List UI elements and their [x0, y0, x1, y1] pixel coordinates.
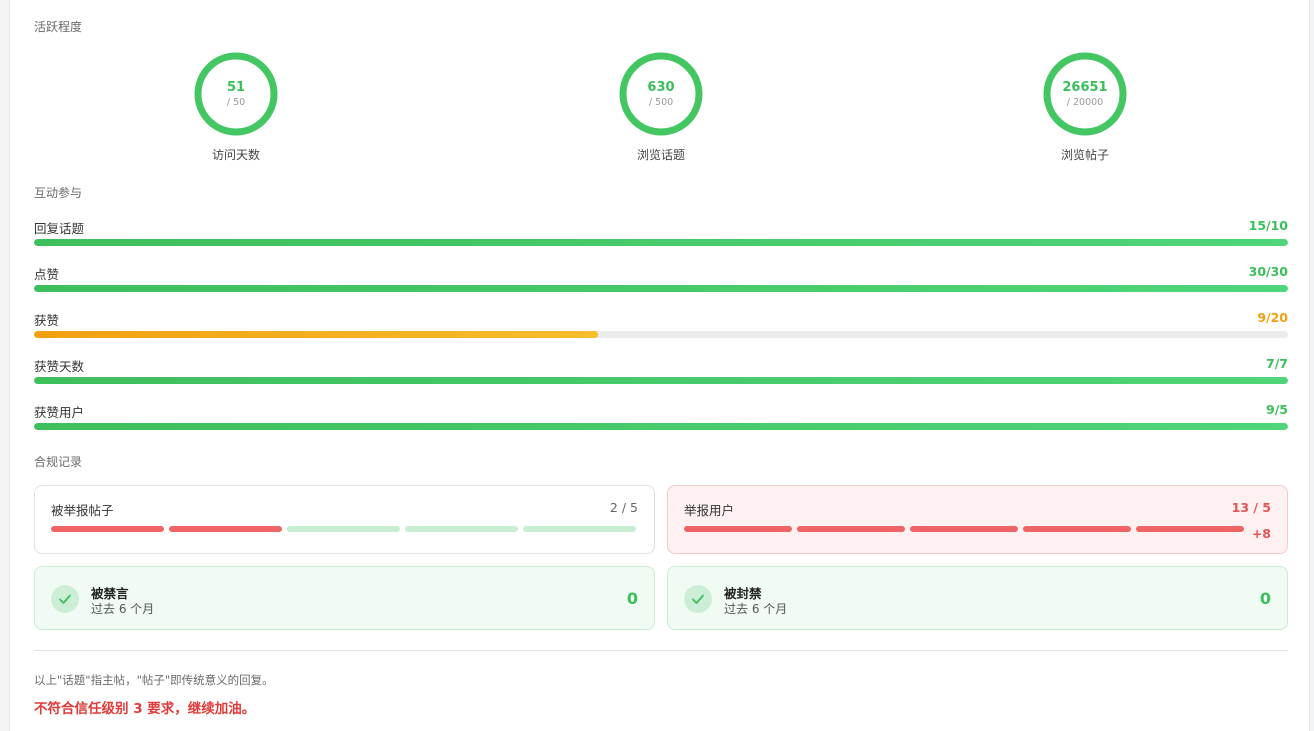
progress-fill — [34, 377, 1288, 384]
progress-label: 获赞用户 — [34, 405, 85, 420]
progress-track — [34, 423, 1288, 430]
reported-users-segments — [684, 526, 1244, 532]
progress-value: 7/7 — [1266, 356, 1288, 371]
requirement-warning: 不符合信任级别 3 要求，继续加油。 — [34, 701, 256, 717]
ring-target: / 20000 — [1066, 97, 1104, 108]
progress-track — [34, 285, 1288, 292]
ring-label: 访问天数 — [211, 148, 260, 162]
reported-posts-label: 被举报帖子 — [51, 503, 114, 518]
progress-track — [34, 377, 1288, 384]
progress-fill — [34, 423, 1288, 430]
ring-browse-topics: 630 / 500 浏览话题 — [601, 52, 721, 163]
ring-target: / 50 — [226, 97, 246, 108]
progress-fill — [34, 331, 599, 338]
check-icon — [51, 585, 79, 613]
compliance-section-title: 合规记录 — [34, 455, 83, 469]
segment — [287, 526, 400, 532]
ring-target: / 500 — [648, 97, 674, 108]
progress-label: 点赞 — [34, 267, 60, 282]
interaction-section-title: 互动参与 — [34, 186, 83, 200]
footer-note: 以上"话题"指主帖，"帖子"即传统意义的回复。 — [34, 673, 274, 687]
progress-value: 15/10 — [1248, 218, 1288, 233]
ring-label: 浏览话题 — [636, 148, 685, 162]
ring-visit-days: 51 / 50 访问天数 — [176, 52, 296, 163]
progress-value: 9/5 — [1266, 402, 1288, 417]
progress-row-replies: 回复话题 15/10 — [34, 218, 1288, 248]
trust-level-card: 活跃程度 51 / 50 访问天数 630 / 500 浏览话题 26651 / — [9, 0, 1310, 731]
progress-label: 获赞 — [34, 313, 60, 328]
suspended-value: 0 — [1259, 589, 1271, 608]
check-icon — [684, 585, 712, 613]
ring-value: 26651 — [1062, 80, 1108, 95]
segment — [51, 526, 164, 532]
segment — [169, 526, 282, 532]
suspended-box: 被封禁 过去 6 个月 0 — [667, 566, 1288, 630]
progress-row-likes-given: 点赞 30/30 — [34, 264, 1288, 294]
activity-section-title: 活跃程度 — [34, 20, 83, 34]
segment — [1136, 526, 1244, 532]
ring-browse-posts: 26651 / 20000 浏览帖子 — [1025, 52, 1145, 163]
reported-users-box: 举报用户 13 / 5 +8 — [667, 485, 1288, 554]
progress-row-likes-received: 获赞 9/20 — [34, 310, 1288, 340]
progress-track — [34, 331, 1288, 338]
progress-row-liked-users: 获赞用户 9/5 — [34, 402, 1288, 432]
ring-value: 51 — [226, 80, 246, 95]
progress-fill — [34, 239, 1288, 246]
progress-label: 回复话题 — [34, 221, 85, 236]
silenced-box: 被禁言 过去 6 个月 0 — [34, 566, 655, 630]
divider — [34, 650, 1288, 651]
reported-posts-count: 2 / 5 — [609, 500, 638, 515]
segment — [405, 526, 518, 532]
progress-row-liked-days: 获赞天数 7/7 — [34, 356, 1288, 386]
silenced-value: 0 — [626, 589, 638, 608]
segment — [523, 526, 636, 532]
ring-gauge: 26651 / 20000 — [1043, 52, 1127, 136]
progress-value: 9/20 — [1257, 310, 1288, 325]
ring-label: 浏览帖子 — [1060, 148, 1109, 162]
ring-gauge: 630 / 500 — [619, 52, 703, 136]
progress-label: 获赞天数 — [34, 359, 85, 374]
silenced-period: 过去 6 个月 — [91, 602, 155, 616]
reported-posts-box: 被举报帖子 2 / 5 — [34, 485, 655, 554]
progress-fill — [34, 285, 1288, 292]
reported-users-label: 举报用户 — [684, 503, 735, 518]
progress-track — [34, 239, 1288, 246]
segment — [684, 526, 792, 532]
ring-gauge: 51 / 50 — [194, 52, 278, 136]
ring-value: 630 — [647, 80, 675, 95]
segment — [910, 526, 1018, 532]
progress-value: 30/30 — [1248, 264, 1288, 279]
reported-users-extra: +8 — [1251, 526, 1271, 541]
reported-users-count: 13 / 5 — [1231, 500, 1271, 515]
segment — [797, 526, 905, 532]
reported-posts-segments — [51, 526, 636, 532]
segment — [1023, 526, 1131, 532]
suspended-period: 过去 6 个月 — [724, 602, 788, 616]
